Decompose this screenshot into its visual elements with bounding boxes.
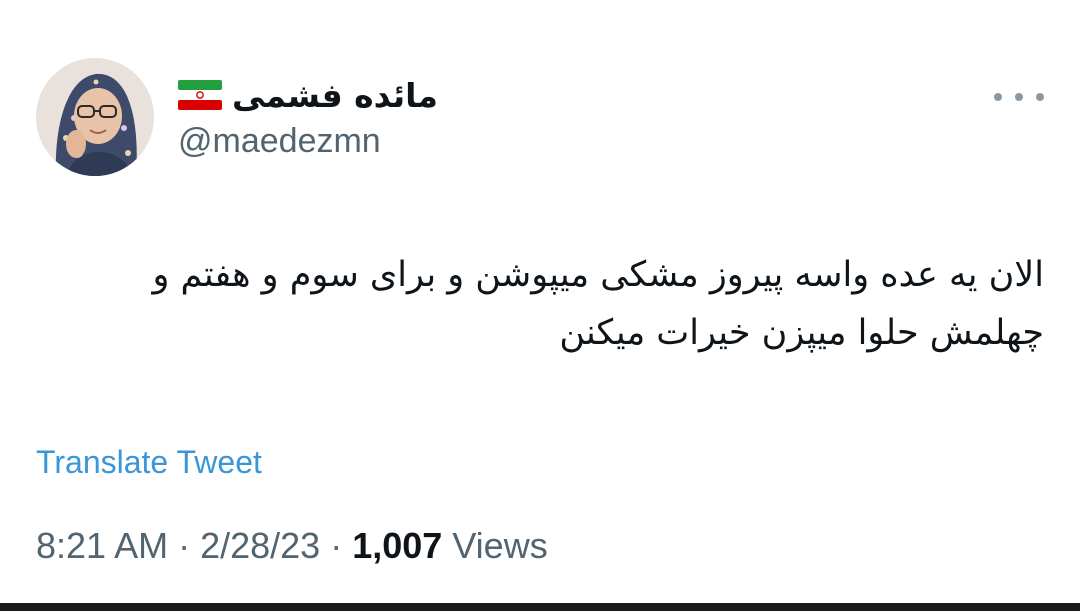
user-handle[interactable]: @maedezmn xyxy=(178,124,381,158)
translate-tweet-link[interactable]: Translate Tweet xyxy=(36,446,262,478)
bottom-divider xyxy=(0,603,1080,611)
tweet-text: الان یه عده واسه پیروز مشکی میپوشن و برا… xyxy=(152,255,1045,353)
separator-dot: · xyxy=(168,525,201,566)
dot-icon xyxy=(994,93,1002,101)
more-options-icon[interactable] xyxy=(994,82,1044,112)
dot-icon xyxy=(1015,93,1023,101)
display-name[interactable]: مائده فشمی xyxy=(232,79,438,112)
views-count[interactable]: 1,007 xyxy=(352,525,442,566)
tweet-time[interactable]: 8:21 AM xyxy=(36,525,168,566)
separator-dot: · xyxy=(320,525,353,566)
tweet-date[interactable]: 2/28/23 xyxy=(200,525,320,566)
profile-photo-icon xyxy=(36,58,154,176)
iran-flag-icon xyxy=(178,80,222,110)
author-name-row[interactable]: مائده فشمی xyxy=(178,70,438,120)
dot-icon xyxy=(1036,93,1044,101)
avatar[interactable] xyxy=(36,58,154,176)
tweet-metadata: 8:21 AM · 2/28/23 · 1,007 Views xyxy=(36,528,548,564)
tweet-card: مائده فشمی @maedezmn الان یه عده واسه پی… xyxy=(0,0,1080,611)
views-label: Views xyxy=(442,525,548,566)
